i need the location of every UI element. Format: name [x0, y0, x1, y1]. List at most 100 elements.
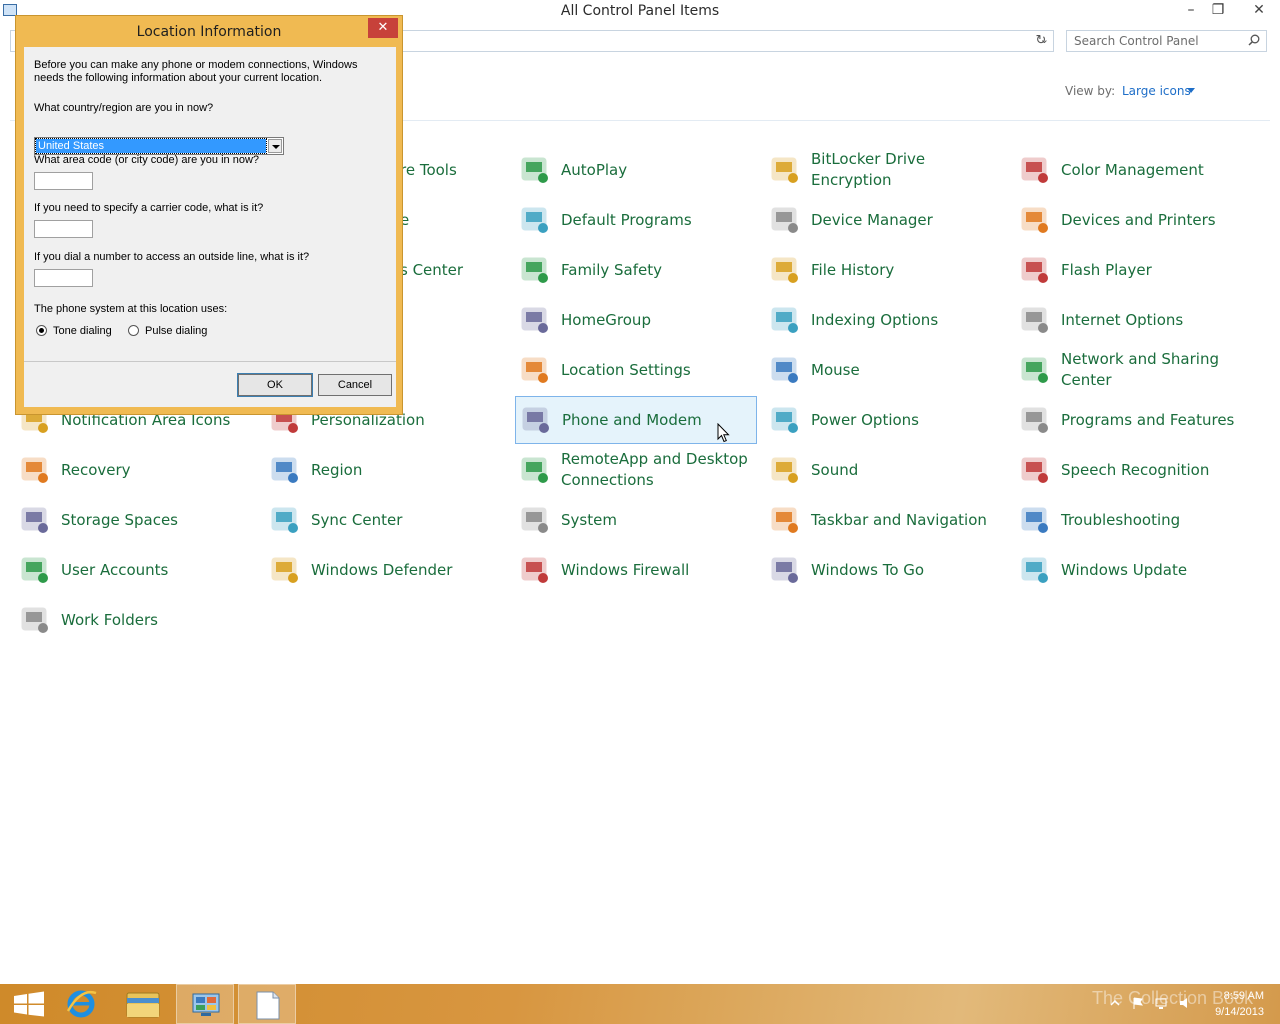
control-panel-item[interactable]: Location Settings	[515, 346, 757, 394]
control-panel-item[interactable]: Indexing Options	[765, 296, 1007, 344]
control-panel-item[interactable]: Windows Update	[1015, 546, 1265, 594]
family-safety-icon	[521, 257, 548, 283]
storage-spaces-icon	[21, 507, 48, 533]
country-selected-value: United States	[35, 138, 267, 154]
sound-icon	[771, 457, 798, 483]
control-panel-item[interactable]: Windows Defender	[265, 546, 507, 594]
refresh-icon[interactable]: ↻	[1030, 31, 1052, 51]
control-panel-item[interactable]: Taskbar and Navigation	[765, 496, 1007, 544]
control-panel-item[interactable]: Internet Options	[1015, 296, 1265, 344]
control-panel-item[interactable]: Flash Player	[1015, 246, 1265, 294]
internet-explorer-icon	[66, 990, 97, 1018]
control-panel-item[interactable]: Default Programs	[515, 196, 757, 244]
user-accounts-icon	[21, 557, 48, 583]
control-panel-item[interactable]: Storage Spaces	[15, 496, 257, 544]
recovery-icon	[21, 457, 48, 483]
tone-dialing-label[interactable]: Tone dialing	[53, 325, 112, 337]
ok-button[interactable]: OK	[237, 373, 313, 397]
control-panel-item-label: User Accounts	[61, 560, 169, 579]
control-panel-item[interactable]: Work Folders	[15, 596, 257, 644]
control-panel-item-label: Network and Sharing Center	[1061, 350, 1219, 389]
control-panel-item[interactable]: e	[400, 196, 500, 244]
file-explorer-button[interactable]	[114, 984, 172, 1024]
control-panel-button[interactable]	[176, 984, 234, 1024]
dialog-intro: Before you can make any phone or modem c…	[34, 59, 358, 84]
control-panel-item-label: AutoPlay	[561, 160, 628, 179]
action-center-flag-icon[interactable]	[1131, 996, 1145, 1010]
carrier-code-field[interactable]	[34, 220, 93, 238]
control-panel-item[interactable]: BitLocker Drive Encryption	[765, 146, 1007, 194]
maximize-button[interactable]: ❐	[1203, 0, 1233, 22]
control-panel-item[interactable]: Recovery	[15, 446, 257, 494]
minimize-button[interactable]: –	[1176, 0, 1206, 22]
search-box[interactable]	[1066, 30, 1267, 52]
control-panel-item-label: Programs and Features	[1061, 410, 1235, 429]
control-panel-item[interactable]: Sound	[765, 446, 1007, 494]
search-input[interactable]	[1067, 31, 1243, 51]
control-panel-item[interactable]: HomeGroup	[515, 296, 757, 344]
control-panel-item[interactable]: Power Options	[765, 396, 1007, 444]
country-label: What country/region are you in now?	[34, 102, 214, 114]
show-hidden-icons-icon[interactable]	[1108, 996, 1122, 1010]
search-icon[interactable]	[1248, 34, 1260, 46]
control-panel-item[interactable]: File History	[765, 246, 1007, 294]
tone-dialing-radio[interactable]	[36, 325, 47, 336]
control-panel-item[interactable]: RemoteApp and Desktop Connections	[515, 446, 757, 494]
control-panel-item[interactable]: Troubleshooting	[1015, 496, 1265, 544]
dropdown-arrow-icon[interactable]	[268, 139, 282, 153]
control-panel-item[interactable]: Speech Recognition	[1015, 446, 1265, 494]
control-panel-item-label: Mouse	[811, 360, 860, 379]
caret-down-icon[interactable]	[1187, 88, 1195, 93]
phone-modem-icon	[522, 407, 549, 433]
network-icon[interactable]	[1154, 996, 1168, 1010]
outside-line-label: If you dial a number to access an outsid…	[34, 251, 310, 263]
taskbar	[0, 984, 1280, 1024]
clock-date[interactable]: 9/14/2013	[1198, 1006, 1264, 1018]
control-panel-item-label: Color Management	[1061, 160, 1204, 179]
control-panel-item[interactable]: User Accounts	[15, 546, 257, 594]
control-panel-item[interactable]: Region	[265, 446, 507, 494]
carrier-code-label: If you need to specify a carrier code, w…	[34, 202, 264, 214]
clock-time[interactable]: 8:59 AM	[1212, 990, 1264, 1002]
control-panel-item-label: Flash Player	[1061, 260, 1152, 279]
control-panel-item[interactable]: Network and Sharing Center	[1015, 346, 1265, 394]
control-panel-item[interactable]: Family Safety	[515, 246, 757, 294]
outside-line-field[interactable]	[34, 269, 93, 287]
autoplay-icon	[521, 157, 548, 183]
control-panel-item[interactable]: s Center	[400, 246, 500, 294]
control-panel-item-label: Sync Center	[311, 510, 403, 529]
pulse-dialing-label[interactable]: Pulse dialing	[145, 325, 207, 337]
start-button[interactable]	[0, 984, 58, 1024]
document-button[interactable]	[238, 984, 296, 1024]
control-panel-item[interactable]: re Tools	[400, 146, 500, 194]
control-panel-item[interactable]: Device Manager	[765, 196, 1007, 244]
control-panel-item[interactable]: Devices and Printers	[1015, 196, 1265, 244]
control-panel-item[interactable]: System	[515, 496, 757, 544]
internet-options-icon	[1021, 307, 1048, 333]
control-panel-item[interactable]: Color Management	[1015, 146, 1265, 194]
programs-features-icon	[1021, 407, 1048, 433]
control-panel-item[interactable]: Mouse	[765, 346, 1007, 394]
view-by-dropdown[interactable]: Large icons	[1122, 84, 1191, 98]
dialog-divider	[24, 361, 396, 362]
control-panel-item-label: Device Manager	[811, 210, 933, 229]
view-by-label: View by:	[1065, 84, 1116, 98]
volume-icon[interactable]	[1178, 996, 1192, 1010]
area-code-field[interactable]	[34, 172, 93, 190]
control-panel-item[interactable]: Windows To Go	[765, 546, 1007, 594]
close-button[interactable]: ✕	[1238, 0, 1280, 22]
folder-icon	[126, 992, 160, 1018]
control-panel-item-label: System	[561, 510, 617, 529]
cancel-button[interactable]: Cancel	[318, 374, 392, 396]
control-panel-item[interactable]: AutoPlay	[515, 146, 757, 194]
control-panel-item[interactable]: Windows Firewall	[515, 546, 757, 594]
windows-update-icon	[1021, 557, 1048, 583]
control-panel-item[interactable]: Sync Center	[265, 496, 507, 544]
internet-explorer-button[interactable]	[52, 984, 110, 1024]
work-folders-icon	[21, 607, 48, 633]
windows-logo-icon	[14, 991, 44, 1017]
pulse-dialing-radio[interactable]	[128, 325, 139, 336]
country-region-select[interactable]: United States	[34, 137, 284, 155]
dialog-close-button[interactable]: ✕	[368, 18, 398, 38]
control-panel-item[interactable]: Programs and Features	[1015, 396, 1265, 444]
